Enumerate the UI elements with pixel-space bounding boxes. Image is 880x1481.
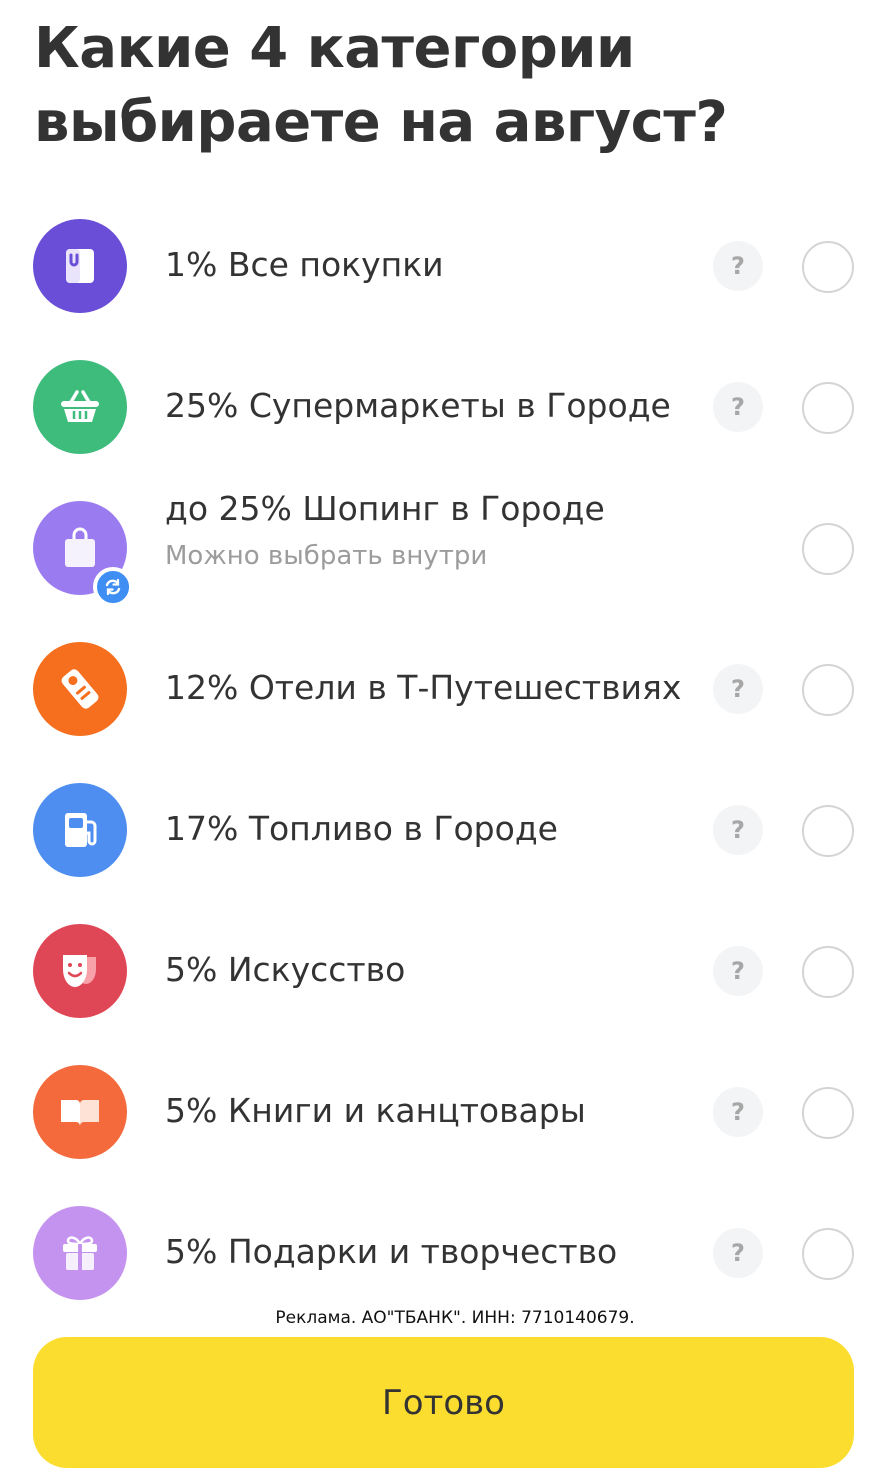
category-row-supermarkets[interactable]: 25% Супермаркеты в Городе ? <box>0 336 880 477</box>
door-hanger-icon <box>33 642 127 736</box>
category-sublabel: Можно выбрать внутри <box>165 541 488 571</box>
category-radio[interactable] <box>802 664 854 716</box>
category-row-fuel[interactable]: 17% Топливо в Городе ? <box>0 759 880 900</box>
category-row-books[interactable]: 5% Книги и канцтовары ? <box>0 1041 880 1182</box>
help-button[interactable]: ? <box>713 664 763 714</box>
help-button[interactable]: ? <box>713 241 763 291</box>
gift-icon <box>33 1206 127 1300</box>
category-label: 1% Все покупки <box>165 245 444 284</box>
refresh-icon <box>93 567 133 607</box>
help-button[interactable]: ? <box>713 382 763 432</box>
category-radio[interactable] <box>802 1087 854 1139</box>
open-book-icon <box>33 1065 127 1159</box>
category-list: 1% Все покупки ? 25% Супермаркеты в Горо… <box>0 195 880 1323</box>
category-row-all-purchases[interactable]: 1% Все покупки ? <box>0 195 880 336</box>
category-label: 12% Отели в Т-Путешествиях <box>165 668 682 707</box>
category-row-gifts[interactable]: 5% Подарки и творчество ? <box>0 1182 880 1323</box>
help-button[interactable]: ? <box>713 1087 763 1137</box>
category-radio[interactable] <box>802 382 854 434</box>
category-label: 5% Книги и канцтовары <box>165 1091 586 1130</box>
shopping-bag-icon <box>33 219 127 313</box>
category-radio[interactable] <box>802 523 854 575</box>
category-label: до 25% Шопинг в Городе <box>165 489 605 528</box>
category-row-hotels[interactable]: 12% Отели в Т-Путешествиях ? <box>0 618 880 759</box>
basket-icon <box>33 360 127 454</box>
category-label: 5% Подарки и творчество <box>165 1232 618 1271</box>
fuel-pump-icon <box>33 783 127 877</box>
category-label: 25% Супермаркеты в Городе <box>165 386 671 425</box>
category-radio[interactable] <box>802 1228 854 1280</box>
page-title: Какие 4 категории выбираете на август? <box>34 16 728 155</box>
category-radio[interactable] <box>802 805 854 857</box>
category-row-shopping[interactable]: до 25% Шопинг в Городе Можно выбрать вну… <box>0 477 880 618</box>
category-row-art[interactable]: 5% Искусство ? <box>0 900 880 1041</box>
category-label: 17% Топливо в Городе <box>165 809 558 848</box>
category-label: 5% Искусство <box>165 950 406 989</box>
help-button[interactable]: ? <box>713 805 763 855</box>
category-radio[interactable] <box>802 241 854 293</box>
theater-mask-icon <box>33 924 127 1018</box>
help-button[interactable]: ? <box>713 1228 763 1278</box>
help-button[interactable]: ? <box>713 946 763 996</box>
done-button[interactable]: Готово <box>33 1337 854 1468</box>
category-radio[interactable] <box>802 946 854 998</box>
ad-disclaimer: Реклама. АО"ТБАНК". ИНН: 7710140679. <box>275 1308 635 1328</box>
